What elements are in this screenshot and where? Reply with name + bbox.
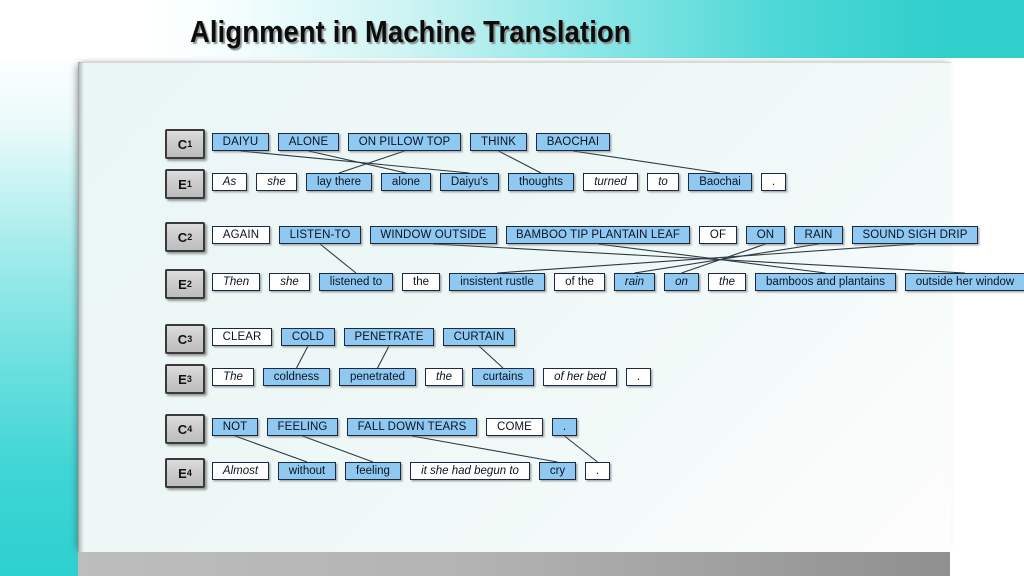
sentence-tag-c4: C4 <box>165 414 205 444</box>
alignment-link <box>681 243 766 274</box>
alignment-link <box>240 150 470 174</box>
alignment-link <box>478 345 504 369</box>
target-chunk: lay there <box>306 173 372 191</box>
alignment-link <box>597 243 826 274</box>
source-chunk: CLEAR <box>212 328 272 346</box>
alignment-link <box>498 150 542 174</box>
target-chunk: turned <box>583 173 638 191</box>
sentence-tag-e1: E1 <box>165 169 205 199</box>
source-chunk: LISTEN-TO <box>279 226 361 244</box>
alignment-link <box>572 150 721 174</box>
target-chunk: thoughts <box>508 173 574 191</box>
target-chunk: feeling <box>345 462 401 480</box>
target-chunk: Baochai <box>688 173 752 191</box>
alignment-link <box>296 345 309 369</box>
sentence-tag-e4: E4 <box>165 458 205 488</box>
source-chunk: ON <box>746 226 785 244</box>
source-chunk: RAIN <box>794 226 843 244</box>
alignment-link <box>302 435 374 463</box>
source-chunk: COLD <box>281 328 335 346</box>
alignment-link <box>338 150 405 174</box>
alignment-link <box>496 243 916 274</box>
target-chunk: the <box>402 273 440 291</box>
target-chunk: she <box>269 273 310 291</box>
source-chunk: WINDOW OUTSIDE <box>370 226 497 244</box>
target-chunk: Daiyu's <box>440 173 499 191</box>
sentence-tag-e2: E2 <box>165 269 205 299</box>
source-chunk: CURTAIN <box>443 328 515 346</box>
source-chunk: FALL DOWN TEARS <box>347 418 477 436</box>
target-chunk: coldness <box>263 368 330 386</box>
target-chunk: she <box>256 173 297 191</box>
slide-root: Alignment in Machine Translation C 1 E 1 DAI… <box>0 0 1024 576</box>
target-chunk: rain <box>614 273 655 291</box>
target-chunk: of the <box>554 273 605 291</box>
source-chunk: NOT <box>212 418 258 436</box>
target-chunk: it she had begun to <box>410 462 530 480</box>
alignment-link <box>377 345 390 369</box>
target-chunk: bamboos and plantains <box>755 273 896 291</box>
target-chunk: Almost <box>212 462 269 480</box>
alignment-link <box>308 150 407 174</box>
source-chunk: BAMBOO TIP PLANTAIN LEAF <box>506 226 690 244</box>
source-chunk: . <box>552 418 577 436</box>
target-chunk: . <box>626 368 651 386</box>
target-chunk: cry <box>539 462 576 480</box>
sentence-tag-c3: C3 <box>165 324 205 354</box>
target-chunk: the <box>425 368 463 386</box>
alignment-diagram: C 1 E 1 DAIYU ALONE ON PILLOW TOP THINK BAOCHAI A… <box>0 0 1024 576</box>
sentence-tag-c2: C2 <box>165 222 205 252</box>
alignment-link <box>433 243 966 274</box>
target-chunk: on <box>664 273 699 291</box>
source-chunk: ALONE <box>278 133 339 151</box>
target-chunk: outside her window <box>905 273 1024 291</box>
alignment-link <box>319 243 357 274</box>
source-chunk: OF <box>699 226 737 244</box>
target-chunk: . <box>761 173 786 191</box>
target-chunk: to <box>647 173 679 191</box>
source-chunk: COME <box>486 418 543 436</box>
sentence-tag-c1: C1 <box>165 129 205 159</box>
target-chunk: alone <box>381 173 431 191</box>
source-chunk: THINK <box>470 133 527 151</box>
target-chunk: . <box>585 462 610 480</box>
source-chunk: BAOCHAI <box>536 133 610 151</box>
target-chunk: The <box>212 368 254 386</box>
source-chunk: AGAIN <box>212 226 270 244</box>
source-chunk: PENETRATE <box>344 328 434 346</box>
source-chunk: SOUND SIGH DRIP <box>852 226 978 244</box>
source-chunk: ON PILLOW TOP <box>348 133 461 151</box>
target-chunk: without <box>278 462 336 480</box>
source-chunk: FEELING <box>267 418 338 436</box>
source-chunk: DAIYU <box>212 133 269 151</box>
target-chunk: penetrated <box>339 368 416 386</box>
target-chunk: Then <box>212 273 260 291</box>
target-chunk: insistent rustle <box>449 273 545 291</box>
target-chunk: the <box>708 273 746 291</box>
sentence-tag-e3: E3 <box>165 364 205 394</box>
target-chunk: As <box>212 173 247 191</box>
alignment-link <box>234 435 308 463</box>
target-chunk: of her bed <box>543 368 617 386</box>
alignment-link <box>634 243 819 274</box>
target-chunk: curtains <box>472 368 534 386</box>
alignment-link <box>564 435 598 463</box>
target-chunk: listened to <box>319 273 393 291</box>
alignment-link <box>411 435 558 463</box>
